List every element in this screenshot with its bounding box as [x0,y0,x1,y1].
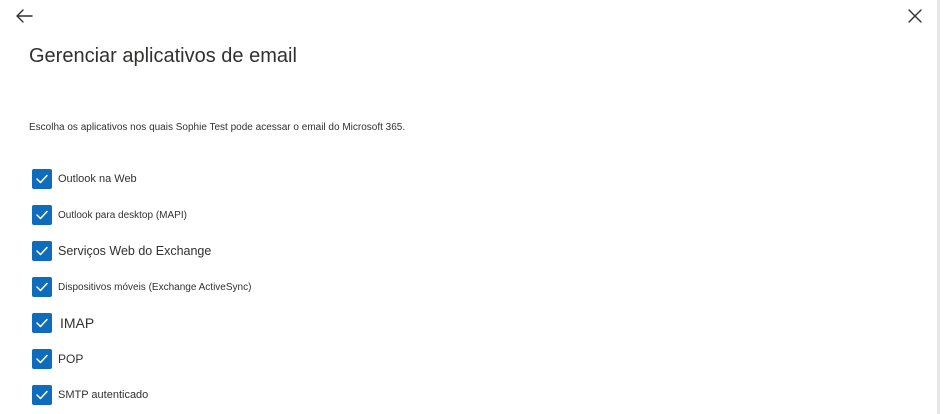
email-apps-list: Outlook na Web Outlook para desktop (MAP… [32,169,251,414]
checkmark-icon [36,282,48,292]
option-outlook-desktop[interactable]: Outlook para desktop (MAPI) [32,205,251,225]
exchange-web-services-checkbox[interactable] [32,241,52,261]
checkmark-icon [36,390,48,400]
option-label: Outlook para desktop (MAPI) [58,209,187,221]
checkmark-icon [36,354,48,364]
page-title: Gerenciar aplicativos de email [29,45,297,67]
description-text: Escolha os aplicativos nos quais Sophie … [29,122,406,133]
option-pop[interactable]: POP [32,349,251,369]
option-label: Dispositivos móveis (Exchange ActiveSync… [58,281,252,293]
arrow-left-icon [16,9,33,23]
option-label: Outlook na Web [58,173,137,185]
close-button[interactable] [904,5,926,27]
back-button[interactable] [13,5,35,27]
mobile-devices-checkbox[interactable] [32,277,52,297]
option-imap[interactable]: IMAP [32,313,251,333]
pop-checkbox[interactable] [32,349,52,369]
option-exchange-web-services[interactable]: Serviços Web do Exchange [32,241,251,261]
outlook-desktop-checkbox[interactable] [32,205,52,225]
option-mobile-devices[interactable]: Dispositivos móveis (Exchange ActiveSync… [32,277,251,297]
option-label: Serviços Web do Exchange [58,244,212,258]
checkmark-icon [36,318,48,328]
manage-email-apps-panel: Gerenciar aplicativos de email Escolha o… [0,0,940,414]
checkmark-icon [36,210,48,220]
smtp-authenticated-checkbox[interactable] [32,385,52,405]
close-icon [908,9,922,23]
outlook-web-checkbox[interactable] [32,169,52,189]
option-label: SMTP autenticado [58,389,149,401]
checkmark-icon [36,174,48,184]
option-smtp-authenticated[interactable]: SMTP autenticado [32,385,251,405]
scrollbar[interactable] [937,0,940,414]
option-outlook-web[interactable]: Outlook na Web [32,169,251,189]
option-label: IMAP [60,315,95,331]
imap-checkbox[interactable] [32,313,52,333]
checkmark-icon [36,246,48,256]
option-label: POP [58,352,84,366]
